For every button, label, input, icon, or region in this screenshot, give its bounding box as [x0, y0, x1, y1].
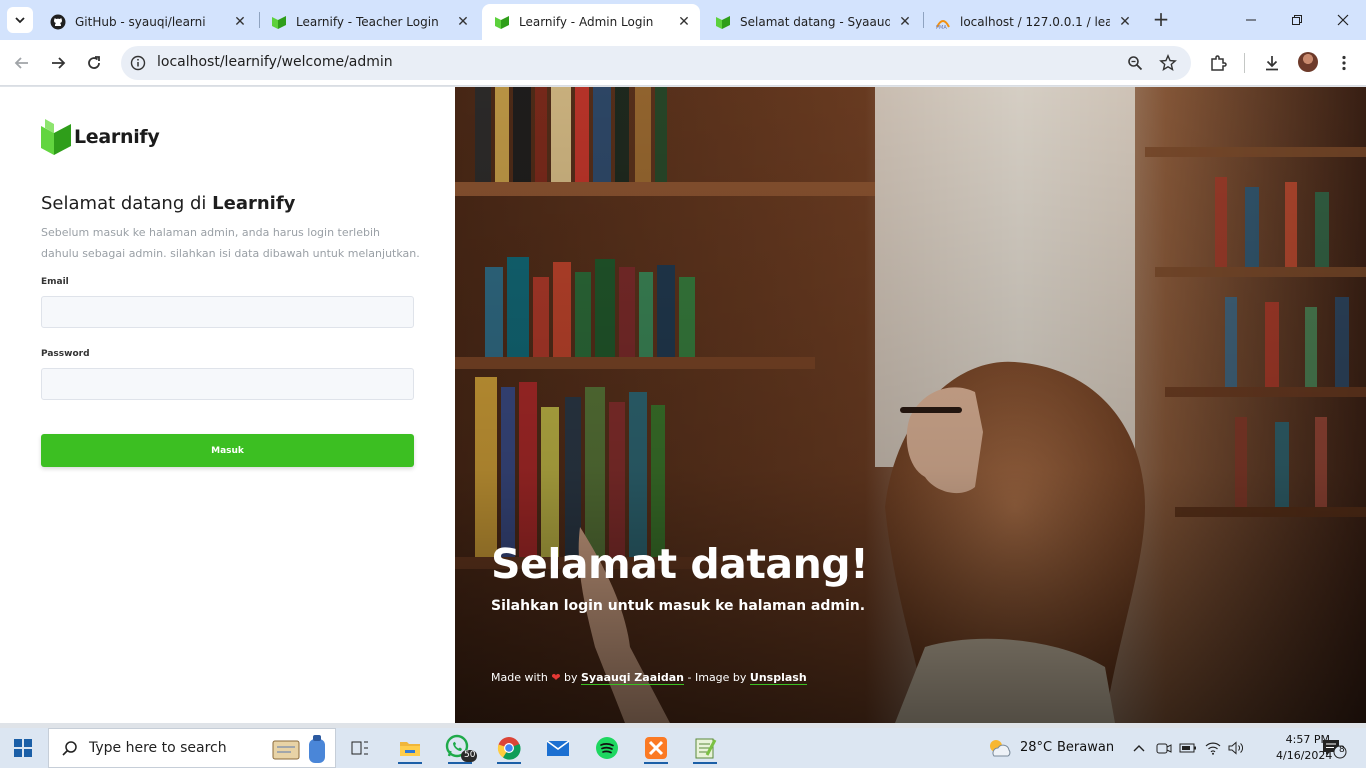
close-window-button[interactable]	[1320, 0, 1366, 40]
chrome-icon[interactable]	[492, 732, 526, 764]
phpmyadmin-icon: PMA	[935, 14, 951, 30]
reload-icon	[88, 56, 100, 69]
learnify-icon	[715, 14, 731, 30]
minimize-button[interactable]	[1228, 0, 1274, 40]
browser-toolbar: localhost/learnify/welcome/admin	[0, 40, 1366, 86]
tab-title: Learnify - Teacher Login	[296, 15, 439, 29]
welcome-heading-prefix: Selamat datang di	[41, 193, 207, 214]
password-field[interactable]	[41, 368, 414, 400]
weather-temperature: 28°C	[1020, 740, 1053, 755]
windows-start-icon[interactable]	[14, 739, 32, 757]
learnify-icon	[271, 14, 287, 30]
wifi-icon[interactable]	[1201, 732, 1225, 764]
arrow-left-icon	[14, 57, 28, 69]
task-view-icon[interactable]	[343, 732, 377, 764]
windows-taskbar: Type here to search 50 28°C Berawan 4:57…	[0, 728, 1366, 768]
tab-title: GitHub - syauqi/learnify:	[75, 15, 205, 29]
new-tab-button[interactable]: +	[1150, 7, 1172, 31]
arrow-right-icon	[52, 57, 66, 69]
tab-welcome[interactable]: Selamat datang - Syaauqi Za ✕	[703, 4, 921, 40]
learnify-logo-icon	[41, 119, 71, 155]
close-tab-icon[interactable]: ✕	[897, 14, 913, 30]
xampp-icon[interactable]	[639, 732, 673, 764]
login-description: Sebelum masuk ke halaman admin, anda har…	[41, 226, 420, 260]
weather-cloud-sun-icon[interactable]	[983, 732, 1017, 764]
login-submit-button[interactable]: Masuk	[41, 434, 414, 467]
extensions-puzzle-icon[interactable]	[1207, 52, 1229, 74]
chevron-down-icon	[15, 17, 25, 24]
unsplash-link[interactable]: Unsplash	[749, 671, 807, 685]
image-credit: Made with ❤ by Syaauqi Zaaidan - Image b…	[491, 671, 807, 685]
logo-text: Learnify	[74, 126, 160, 148]
notepad-plus-icon[interactable]	[688, 732, 722, 764]
search-highlight-illustration-icon	[272, 735, 325, 763]
whatsapp-badge: 50	[464, 750, 476, 760]
address-bar[interactable]: localhost/learnify/welcome/admin	[121, 46, 1191, 80]
email-label: Email	[41, 277, 69, 287]
volume-icon[interactable]	[1224, 732, 1248, 764]
learnify-icon	[494, 14, 510, 30]
email-field[interactable]	[41, 296, 414, 328]
login-panel: Learnify Selamat datang di Learnify Sebe…	[0, 87, 455, 723]
close-tab-icon[interactable]: ✕	[676, 14, 692, 30]
chevron-up-icon[interactable]	[1124, 732, 1154, 764]
toolbar-divider	[1244, 53, 1245, 73]
github-icon	[50, 14, 66, 30]
download-icon[interactable]	[1261, 52, 1283, 74]
learnify-logo[interactable]: Learnify	[41, 118, 160, 156]
heart-icon: ❤	[551, 671, 561, 684]
mail-icon[interactable]	[541, 732, 575, 764]
tab-teacher-login[interactable]: Learnify - Teacher Login ✕	[259, 4, 479, 40]
meet-now-icon[interactable]	[1152, 732, 1176, 764]
forward-button[interactable]	[44, 49, 72, 77]
hero-title: Selamat datang!	[491, 540, 869, 588]
close-tab-icon[interactable]: ✕	[1117, 14, 1133, 30]
profile-avatar[interactable]	[1298, 52, 1318, 72]
tab-title: localhost / 127.0.0.1 / learnif	[960, 15, 1110, 29]
file-explorer-icon[interactable]	[393, 732, 427, 764]
bookmark-star-icon[interactable]	[1158, 53, 1178, 73]
credit-made-with: Made with	[491, 671, 548, 684]
battery-icon[interactable]	[1176, 732, 1200, 764]
svg-text:PMA: PMA	[936, 25, 947, 30]
tab-github[interactable]: GitHub - syauqi/learnify: ✕	[38, 4, 256, 40]
notification-center-icon[interactable]: 8	[1318, 732, 1350, 764]
url-text: localhost/learnify/welcome/admin	[157, 54, 393, 70]
password-label: Password	[41, 349, 90, 359]
author-link[interactable]: Syaauqi Zaaidan	[581, 671, 685, 685]
restore-icon	[1292, 15, 1302, 25]
tab-title: Learnify - Admin Login	[519, 15, 654, 29]
reload-button[interactable]	[80, 49, 108, 77]
welcome-heading: Selamat datang di Learnify	[41, 193, 295, 214]
menu-kebab-icon[interactable]	[1333, 52, 1355, 74]
search-placeholder: Type here to search	[89, 740, 227, 756]
whatsapp-icon[interactable]: 50	[443, 732, 477, 764]
welcome-heading-brand: Learnify	[212, 193, 296, 214]
close-tab-icon[interactable]: ✕	[232, 14, 248, 30]
spotify-icon[interactable]	[590, 732, 624, 764]
tab-phpmyadmin[interactable]: PMA localhost / 127.0.0.1 / learnif ✕	[923, 4, 1141, 40]
search-icon	[62, 741, 77, 756]
tab-admin-login[interactable]: Learnify - Admin Login ✕	[482, 4, 700, 40]
minimize-icon	[1246, 19, 1256, 21]
back-button[interactable]	[8, 49, 36, 77]
close-tab-icon[interactable]: ✕	[455, 14, 471, 30]
page-content: Learnify Selamat datang di Learnify Sebe…	[0, 87, 1366, 723]
tab-title: Selamat datang - Syaauqi Za	[740, 15, 890, 29]
hero-subtitle: Silahkan login untuk masuk ke halaman ad…	[491, 598, 866, 614]
restore-button[interactable]	[1274, 0, 1320, 40]
browser-tab-strip: GitHub - syauqi/learnify: ✕ Learnify - T…	[0, 0, 1366, 40]
site-info-icon[interactable]	[128, 53, 148, 73]
tab-search-button[interactable]	[7, 7, 33, 33]
notification-count: 8	[1339, 745, 1345, 755]
credit-by: by	[564, 671, 578, 684]
weather-description: Berawan	[1057, 740, 1115, 755]
credit-image-by: - Image by	[687, 671, 747, 684]
library-background-image	[455, 87, 1366, 723]
taskbar-search-box[interactable]: Type here to search	[48, 728, 336, 768]
hero-panel: Selamat datang! Silahkan login untuk mas…	[455, 87, 1366, 723]
close-icon	[1337, 14, 1349, 26]
zoom-icon[interactable]	[1125, 53, 1145, 73]
